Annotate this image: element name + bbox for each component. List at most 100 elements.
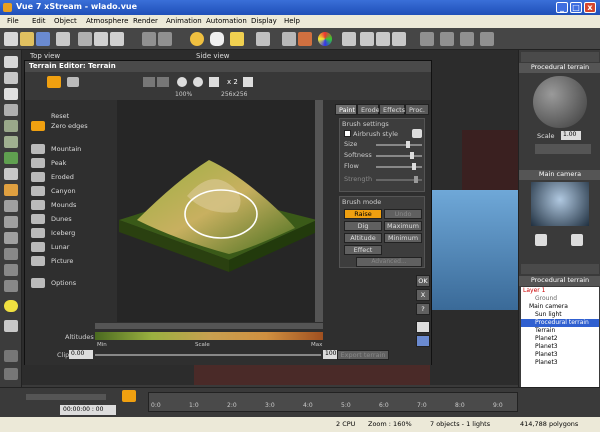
advanced-dropdown[interactable]: Advanced... [356, 257, 422, 267]
tab-effects[interactable]: Effects [379, 104, 405, 115]
hand-icon[interactable] [535, 234, 547, 246]
eroded-button[interactable]: Eroded [51, 173, 74, 181]
keyframe-icon[interactable] [122, 390, 136, 402]
playback-controls[interactable] [26, 394, 106, 400]
cube-icon[interactable] [4, 72, 18, 84]
current-time-field[interactable]: 00:00:00 : 00 [60, 405, 116, 415]
paste-icon[interactable] [110, 32, 124, 46]
raise-button[interactable]: Raise [344, 209, 382, 219]
view-icon[interactable] [460, 32, 474, 46]
group-icon[interactable] [4, 280, 18, 292]
menu-help[interactable]: Help [284, 17, 300, 25]
help-button[interactable]: ? [416, 303, 430, 315]
scene-tabs[interactable] [521, 264, 599, 274]
scene-item-procedural-terrain[interactable]: Procedural terrain [521, 319, 599, 327]
select-brush-icon[interactable] [67, 77, 79, 87]
time-ruler[interactable]: 0:0 1:0 2:0 3:0 4:0 5:0 6:0 7:0 8:0 9:0 [148, 392, 518, 412]
material-preview[interactable] [533, 76, 587, 128]
brush-preset-icon[interactable] [412, 129, 422, 138]
redo-icon[interactable] [158, 32, 172, 46]
size-slider[interactable] [376, 141, 422, 148]
paint-brush-icon[interactable] [47, 76, 61, 88]
picture-button[interactable]: Picture [51, 257, 73, 265]
cut-icon[interactable] [78, 32, 92, 46]
export-terrain-button[interactable]: Export terrain [337, 350, 389, 360]
light-icon[interactable] [4, 300, 18, 312]
boolean-icon[interactable] [4, 248, 18, 260]
maximize-button[interactable]: □ [570, 2, 582, 13]
undo-icon[interactable] [143, 77, 155, 87]
panel-tabs[interactable] [521, 52, 599, 62]
terrain-icon[interactable] [4, 120, 18, 132]
cloud-icon[interactable] [210, 32, 224, 46]
grid-icon[interactable] [440, 32, 454, 46]
metablob-icon[interactable] [4, 264, 18, 276]
redo-icon[interactable] [157, 77, 169, 87]
minimum-button[interactable]: Minimum [384, 233, 422, 243]
scene-item-planet3c[interactable]: Planet3 [521, 359, 599, 367]
tools-icon[interactable] [282, 32, 296, 46]
scene-item-planet2[interactable]: Planet2 [521, 335, 599, 343]
perspective-view[interactable] [430, 190, 518, 310]
menu-render[interactable]: Render [133, 17, 158, 25]
mountain-icon[interactable] [4, 136, 18, 148]
rock-icon[interactable] [4, 168, 18, 180]
clip-min-field[interactable]: 0.00 [69, 350, 93, 359]
record-icon[interactable] [4, 368, 18, 380]
fit-icon[interactable] [209, 77, 219, 87]
zero-edges-button[interactable]: Zero edges [51, 122, 88, 130]
reset-button[interactable]: Reset [51, 112, 69, 120]
zoom-icon[interactable] [360, 32, 374, 46]
save-terrain-icon[interactable] [416, 335, 430, 347]
strength-slider[interactable] [376, 176, 422, 183]
undo-icon[interactable] [142, 32, 156, 46]
close-button[interactable]: x [584, 2, 596, 13]
sun-icon[interactable] [190, 32, 204, 46]
water-icon[interactable] [4, 200, 18, 212]
dig-button[interactable]: Dig [344, 221, 382, 231]
copy-icon[interactable] [94, 32, 108, 46]
softness-slider[interactable] [376, 152, 422, 159]
sphere-icon[interactable] [4, 56, 18, 68]
lunar-button[interactable]: Lunar [51, 243, 69, 251]
airbrush-checkbox[interactable] [344, 130, 351, 137]
scene-item-terrain[interactable]: Terrain [521, 327, 599, 335]
ground-icon[interactable] [4, 216, 18, 228]
maximum-button[interactable]: Maximum [384, 221, 422, 231]
menu-edit[interactable]: Edit [32, 17, 46, 25]
color-icon[interactable] [318, 32, 332, 46]
menu-display[interactable]: Display [251, 17, 277, 25]
iceberg-button[interactable]: Iceberg [51, 229, 75, 237]
menu-automation[interactable]: Automation [206, 17, 247, 25]
save-icon[interactable] [36, 32, 50, 46]
zoom-out-icon[interactable] [193, 77, 203, 87]
pan-icon[interactable] [376, 32, 390, 46]
flow-slider[interactable] [376, 163, 422, 170]
scale-x2-label[interactable]: x 2 [227, 78, 238, 86]
undo-button[interactable]: Undo [384, 209, 422, 219]
altitude-button[interactable]: Altitude [344, 233, 382, 243]
menu-object[interactable]: Object [54, 17, 77, 25]
brush-icon[interactable] [298, 32, 312, 46]
print-icon[interactable] [56, 32, 70, 46]
atmosphere-icon[interactable] [230, 32, 244, 46]
move-icon[interactable] [571, 234, 583, 246]
material-tools[interactable] [535, 144, 591, 154]
cylinder-icon[interactable] [4, 104, 18, 116]
rotate-icon[interactable] [392, 32, 406, 46]
menu-animation[interactable]: Animation [166, 17, 202, 25]
scene-layer[interactable]: Layer 1 [521, 287, 599, 295]
terrain-mesh[interactable] [117, 100, 323, 322]
layout-icon[interactable] [420, 32, 434, 46]
resolution-icon[interactable] [243, 77, 253, 87]
ok-button[interactable]: OK [416, 275, 430, 287]
plant-icon[interactable] [4, 152, 18, 164]
scale-field[interactable]: 1.00 [561, 131, 581, 140]
new-icon[interactable] [4, 32, 18, 46]
text-icon[interactable] [4, 88, 18, 100]
altitude-gradient[interactable] [95, 332, 323, 340]
scene-item-planet3b[interactable]: Planet3 [521, 351, 599, 359]
mounds-button[interactable]: Mounds [51, 201, 76, 209]
clip-slider[interactable] [95, 354, 321, 356]
cancel-button[interactable]: X [416, 289, 430, 301]
